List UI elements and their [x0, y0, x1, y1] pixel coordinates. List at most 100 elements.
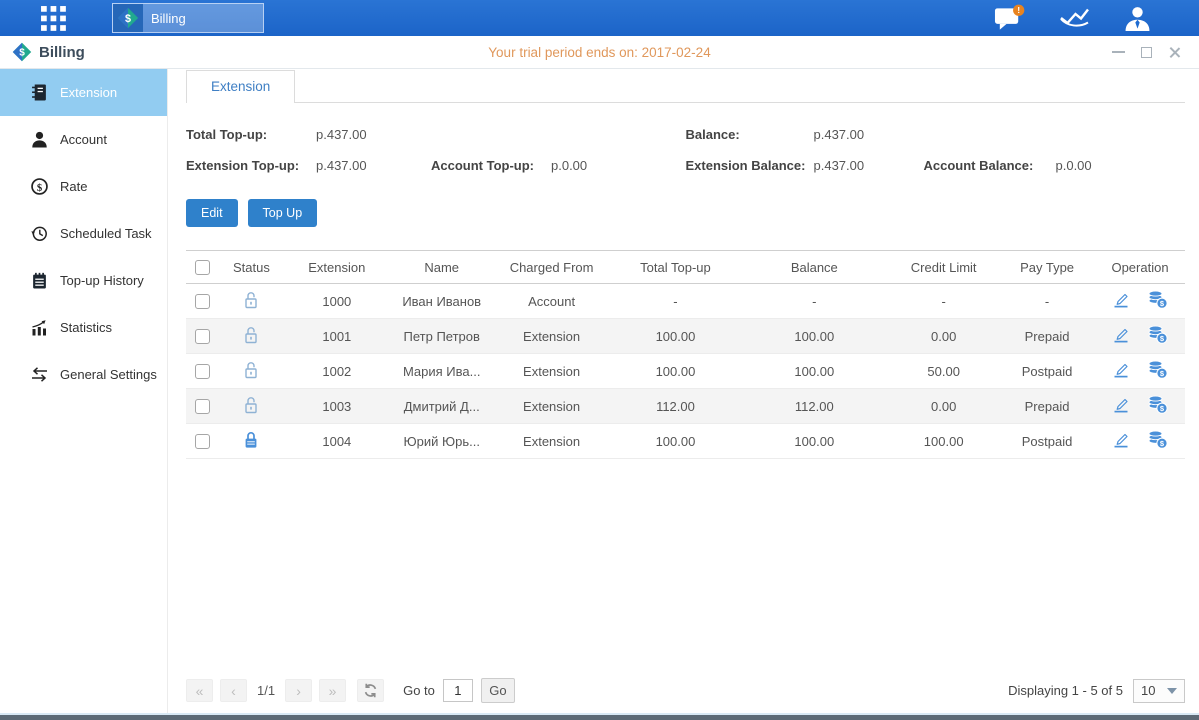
tab-extension[interactable]: Extension	[186, 70, 295, 103]
close-button[interactable]	[1168, 46, 1181, 59]
edit-pencil-icon	[1112, 291, 1130, 308]
cell-balance: 100.00	[740, 354, 888, 389]
cell-extension: 1001	[283, 319, 391, 354]
pagination-right: Displaying 1 - 5 of 5 10	[1008, 679, 1185, 703]
user-account-icon[interactable]	[1124, 6, 1151, 31]
window-title: $ Billing	[12, 42, 85, 62]
chevron-down-icon	[1167, 688, 1177, 694]
prev-page-button[interactable]: ‹	[220, 679, 247, 702]
select-all-checkbox[interactable]	[195, 260, 210, 275]
cell-balance: 112.00	[740, 389, 888, 424]
sidebar-item-extension[interactable]: Extension	[0, 69, 167, 116]
sidebar-item-rate[interactable]: $ Rate	[0, 163, 167, 210]
topup-coins-icon[interactable]: $	[1147, 360, 1168, 382]
cell-balance: -	[740, 284, 888, 319]
lock-open-icon	[243, 291, 259, 312]
scheduled-task-clock-icon	[30, 225, 48, 242]
topup-coins-icon: $	[1147, 290, 1168, 309]
edit-pencil-icon[interactable]	[1112, 326, 1130, 346]
row-checkbox[interactable]	[195, 364, 210, 379]
first-page-button[interactable]: «	[186, 679, 213, 702]
last-page-button[interactable]: »	[319, 679, 346, 702]
table-row: 1001 Петр Петров Extension 100.00 100.00…	[186, 319, 1185, 354]
minimize-button[interactable]	[1112, 51, 1125, 53]
window-title-text: Billing	[39, 44, 85, 61]
cell-total-topup: -	[611, 284, 741, 319]
row-checkbox[interactable]	[195, 434, 210, 449]
cell-pay-type: -	[999, 284, 1095, 319]
edit-pencil-icon	[1112, 326, 1130, 343]
topup-coins-icon[interactable]: $	[1147, 395, 1168, 417]
cell-balance: 100.00	[740, 319, 888, 354]
trial-message: Your trial period ends on: 2017-02-24	[488, 45, 710, 60]
rate-dollar-icon: $	[30, 178, 48, 195]
col-charged-from: Charged From	[493, 251, 611, 284]
edit-pencil-icon[interactable]	[1112, 361, 1130, 381]
balance-value: p.437.00	[814, 127, 924, 142]
goto-page-input[interactable]	[443, 679, 473, 702]
sidebar: Extension Account $ Rate	[0, 69, 168, 713]
row-checkbox[interactable]	[195, 399, 210, 414]
statistics-chart-icon	[30, 319, 48, 336]
edit-pencil-icon[interactable]	[1112, 431, 1130, 451]
cell-credit-limit: -	[888, 284, 999, 319]
cell-extension: 1003	[283, 389, 391, 424]
apps-grid-icon[interactable]	[36, 5, 70, 32]
topup-coins-icon[interactable]: $	[1147, 290, 1168, 312]
edit-pencil-icon[interactable]	[1112, 291, 1130, 311]
cell-credit-limit: 0.00	[888, 389, 999, 424]
chat-notification-icon[interactable]: !	[994, 4, 1025, 32]
main-area: Extension Account $ Rate	[0, 69, 1199, 713]
sidebar-item-account[interactable]: Account	[0, 116, 167, 163]
go-button[interactable]: Go	[481, 678, 515, 703]
sidebar-item-statistics[interactable]: Statistics	[0, 304, 167, 351]
topup-coins-icon[interactable]: $	[1147, 430, 1168, 452]
taskbar-item-label: Billing	[151, 11, 186, 26]
cell-extension: 1000	[283, 284, 391, 319]
row-checkbox[interactable]	[195, 329, 210, 344]
account-topup-value: p.0.00	[551, 158, 661, 173]
summary-left: Total Top-up: p.437.00 Extension Top-up:…	[186, 119, 686, 181]
taskbar-item-billing[interactable]: $ Billing	[112, 3, 264, 33]
summary-right: Balance: p.437.00 Extension Balance: p.4…	[686, 119, 1186, 181]
page-size-select[interactable]: 10	[1133, 679, 1185, 703]
topup-coins-icon: $	[1147, 395, 1168, 414]
sidebar-item-topup-history[interactable]: Top-up History	[0, 257, 167, 304]
table-header-row: Status Extension Name Charged From Total…	[186, 251, 1185, 284]
next-page-button[interactable]: ›	[285, 679, 312, 702]
top-up-button[interactable]: Top Up	[248, 199, 318, 227]
sidebar-item-general-settings[interactable]: General Settings	[0, 351, 167, 398]
sidebar-item-scheduled-task[interactable]: Scheduled Task	[0, 210, 167, 257]
page-size-value: 10	[1141, 683, 1155, 698]
cell-credit-limit: 50.00	[888, 354, 999, 389]
maximize-button[interactable]	[1141, 47, 1152, 58]
extensions-table: Status Extension Name Charged From Total…	[186, 250, 1185, 459]
action-buttons: Edit Top Up	[186, 199, 1185, 227]
resource-chart-icon[interactable]	[1059, 6, 1090, 30]
balance-label: Balance:	[686, 127, 814, 142]
cell-charged-from: Extension	[493, 389, 611, 424]
cell-name: Дмитрий Д...	[391, 389, 493, 424]
window-controls	[1112, 46, 1181, 59]
col-balance: Balance	[740, 251, 888, 284]
edit-pencil-icon	[1112, 431, 1130, 448]
svg-text:$: $	[125, 13, 131, 25]
edit-button[interactable]: Edit	[186, 199, 238, 227]
cell-total-topup: 100.00	[611, 424, 741, 459]
billing-diamond-icon: $	[12, 42, 32, 62]
svg-text:!: !	[1017, 5, 1020, 15]
page-indicator: 1/1	[257, 683, 275, 698]
row-checkbox[interactable]	[195, 294, 210, 309]
topup-coins-icon[interactable]: $	[1147, 325, 1168, 347]
account-topup-label: Account Top-up:	[431, 158, 551, 173]
total-topup-label: Total Top-up:	[186, 127, 316, 142]
edit-pencil-icon	[1112, 396, 1130, 413]
cell-pay-type: Postpaid	[999, 424, 1095, 459]
table-row: 1002 Мария Ива... Extension 100.00 100.0…	[186, 354, 1185, 389]
summary-panel: Total Top-up: p.437.00 Extension Top-up:…	[186, 119, 1185, 181]
cell-name: Мария Ива...	[391, 354, 493, 389]
sidebar-item-label: Account	[60, 132, 107, 147]
refresh-icon[interactable]	[357, 679, 384, 702]
edit-pencil-icon[interactable]	[1112, 396, 1130, 416]
extension-book-icon	[30, 84, 48, 101]
